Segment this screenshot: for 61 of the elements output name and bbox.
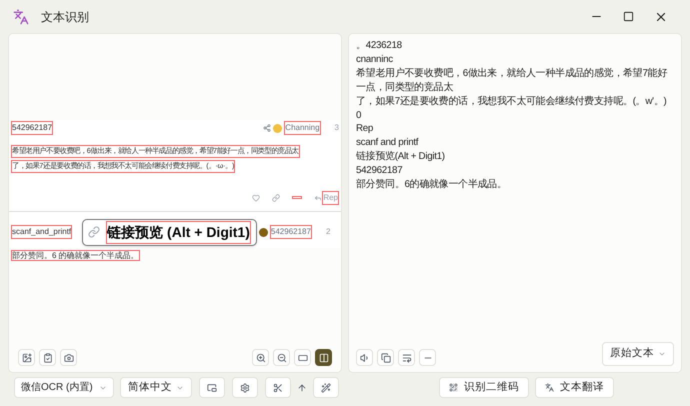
toolbar-button[interactable]: [232, 377, 258, 398]
reply-icon: [314, 194, 322, 202]
translate-icon: [545, 383, 554, 392]
result-line: 链接预览(Alt + Digit1): [356, 150, 446, 164]
chevron-icon: [658, 350, 666, 358]
tool-button[interactable]: [315, 349, 332, 366]
zoom-in-icon: [256, 352, 266, 362]
wrap-text-icon: [402, 352, 412, 362]
result-line: cnanninc: [356, 52, 394, 67]
link-icon: [88, 226, 100, 238]
avatar: [258, 228, 268, 237]
maximize-icon[interactable]: [623, 11, 634, 22]
settings-icon: [240, 382, 250, 392]
mode-dropdown[interactable]: 原始文本: [602, 342, 674, 366]
zoom-out-icon: [276, 352, 286, 362]
tooltip-text: 链接预览 (Alt + Digit1): [106, 220, 251, 244]
result-line: 希望老用户不要收费吧，6做出来，就给人一种半成品的感觉，希望7能好一点，同类型的竞品太: [356, 66, 668, 95]
result-tool-button[interactable]: [419, 349, 436, 366]
copy-icon: [380, 352, 390, 362]
window-title: 文本识别: [41, 8, 89, 26]
columns-icon: [318, 352, 328, 362]
result-line: 了，如果7还是要收费的话，我想我不太可能会继续付费支持呢。(。w'。): [356, 94, 668, 109]
toolbar-button[interactable]: [199, 377, 225, 398]
camera-icon: [64, 352, 74, 362]
language-dropdown[interactable]: 简体中文: [120, 377, 192, 398]
magic-wand-icon: [321, 382, 331, 392]
username: Channing: [284, 121, 321, 135]
app-icon: [13, 8, 29, 24]
result-tool-button[interactable]: [356, 349, 373, 366]
result-line: 部分赞同。6的确就像一个半成品。: [356, 178, 508, 192]
post-number: 2: [326, 226, 330, 238]
post-number: 3: [334, 122, 339, 134]
result-line: 0: [356, 108, 362, 122]
share-icon: [263, 124, 272, 132]
toolbar-button[interactable]: [313, 377, 339, 398]
action-button[interactable]: 文本翻译: [535, 377, 614, 398]
result-line: 。4236218: [356, 39, 403, 53]
engine-dropdown[interactable]: 微信OCR (内置): [14, 377, 114, 398]
action-button[interactable]: 识别二维码: [439, 377, 529, 398]
rectangle-icon: [298, 352, 308, 362]
toolbar-button[interactable]: [265, 377, 291, 398]
more-mark: [292, 196, 302, 200]
post-text: 部分赞同。6 的确就像一个半成品。: [11, 250, 140, 261]
scissors-icon: [273, 382, 283, 392]
qr-code-icon: [449, 383, 458, 392]
result-line: scanf and printf: [356, 136, 420, 150]
arrow-up-icon[interactable]: [297, 382, 307, 392]
result-tool-button[interactable]: [377, 349, 394, 366]
heart-icon: [252, 194, 260, 202]
speaker-icon: [360, 352, 370, 362]
username: scanf_and_printf: [11, 225, 72, 240]
clipboard-icon: [42, 352, 52, 362]
result-tool-button[interactable]: [398, 349, 415, 366]
result-line: 542962187: [356, 164, 404, 178]
username: 542962187: [11, 121, 54, 135]
username: 542962187: [270, 225, 312, 240]
result-line: Rep: [356, 122, 374, 136]
window-icon: [207, 382, 217, 392]
add-image-icon: [22, 352, 32, 362]
avatar: [273, 124, 282, 132]
link-icon: [272, 194, 280, 202]
